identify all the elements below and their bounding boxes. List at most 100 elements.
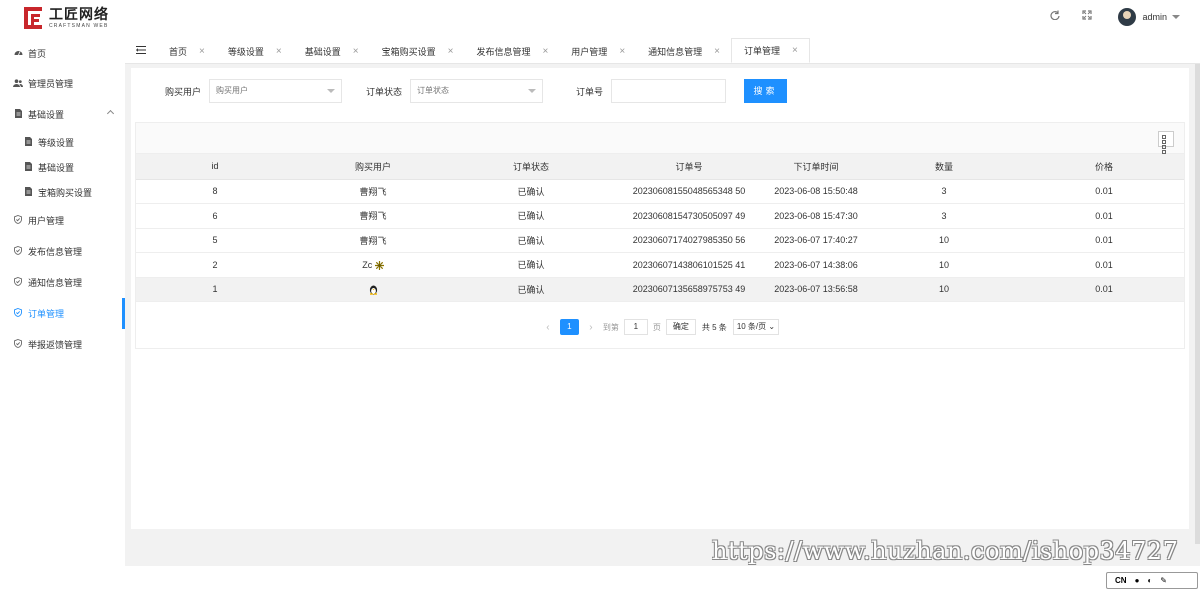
ime-settings-icon[interactable]: ✎ (1160, 576, 1167, 585)
prev-page-icon[interactable]: ‹ (541, 322, 555, 333)
cell-id: 2 (136, 252, 294, 278)
close-icon[interactable]: × (276, 46, 282, 57)
table-row[interactable]: 1 已确认 20230607135658975753 49 2023-06-07… (136, 277, 1184, 302)
ime-toolbar[interactable]: CN ● ◐ ✎ (1106, 572, 1198, 589)
scrollbar-thumb[interactable] (1195, 64, 1200, 544)
order-no-input[interactable] (611, 79, 726, 103)
cell-status: 已确认 (452, 228, 610, 253)
sidebar-item-notices[interactable]: 通知信息管理 (0, 267, 125, 298)
cell-time: 2023-06-08 15:50:48 (768, 179, 864, 204)
cell-id: 6 (136, 203, 294, 229)
brand-logo[interactable]: 工匠网络 CRAFTSMAN WEB (22, 5, 109, 31)
cell-quantity: 3 (864, 203, 1024, 229)
sidebar-item-posts[interactable]: 发布信息管理 (0, 236, 125, 267)
table-header-row: id 购买用户 订单状态 订单号 下订单时间 数量 价格 (136, 154, 1184, 180)
col-header-order-time[interactable]: 下订单时间 (768, 154, 864, 180)
sidebar-item-home[interactable]: 首页 (0, 38, 125, 68)
tab-label: 发布信息管理 (476, 46, 531, 57)
col-header-order-no[interactable]: 订单号 (610, 154, 768, 180)
chevron-up-icon (106, 109, 115, 118)
tab-label: 用户管理 (571, 46, 608, 57)
goto-confirm-button[interactable]: 确定 (665, 319, 696, 335)
brand-subtitle: CRAFTSMAN WEB (49, 22, 109, 29)
table-row[interactable]: 5 曹翔飞 已确认 20230607174027985350 56 2023-0… (136, 228, 1184, 253)
tab-basic-settings[interactable]: 基础设置 × (293, 39, 370, 63)
cell-time: 2023-06-07 17:40:27 (768, 228, 864, 253)
buyer-select[interactable]: 购买用户 (209, 79, 342, 103)
col-header-price[interactable]: 价格 (1024, 154, 1184, 180)
chevron-down-icon[interactable] (1172, 15, 1180, 19)
user-avatar[interactable] (1118, 8, 1137, 26)
sidebar-item-label: 举报返馈管理 (28, 340, 83, 350)
watermark-text: https://www.huzhan.com/ishop34727 (712, 537, 1179, 565)
sidebar: 首页 管理员管理 基础设置 等级设置 基础设置 宝箱购买设置 用户管理 发布信息… (0, 38, 125, 591)
sidebar-item-label: 等级设置 (38, 138, 75, 148)
cell-quantity: 10 (864, 277, 1024, 302)
sidebar-item-chest-settings[interactable]: 宝箱购买设置 (0, 180, 125, 205)
sidebar-item-basic-settings[interactable]: 基础设置 (0, 99, 125, 130)
table-row[interactable]: 6 曹翔飞 已确认 20230608154730505097 49 2023-0… (136, 203, 1184, 229)
close-icon[interactable]: × (448, 46, 454, 57)
tab-posts[interactable]: 发布信息管理 × (464, 39, 559, 63)
page-number-current[interactable]: 1 (559, 319, 579, 335)
shield-icon (12, 339, 24, 350)
tab-label: 基础设置 (304, 46, 341, 57)
tab-label: 通知信息管理 (648, 46, 703, 57)
tab-orders[interactable]: 订单管理 × (731, 38, 810, 63)
col-header-quantity[interactable]: 数量 (864, 154, 1024, 180)
columns-grid-icon[interactable] (1158, 131, 1174, 154)
sidebar-item-base-settings[interactable]: 基础设置 (0, 155, 125, 180)
sidebar-item-level-settings[interactable]: 等级设置 (0, 130, 125, 155)
close-icon[interactable]: × (199, 46, 205, 57)
file-icon (12, 109, 24, 120)
col-header-status[interactable]: 订单状态 (452, 154, 610, 180)
cell-time: 2023-06-08 15:47:30 (768, 203, 864, 229)
tab-label: 订单管理 (744, 46, 781, 56)
col-header-id[interactable]: id (136, 154, 294, 180)
close-icon[interactable]: × (542, 46, 548, 57)
tab-users[interactable]: 用户管理 × (559, 39, 636, 63)
content-scrollbar[interactable] (1195, 64, 1200, 566)
next-page-icon[interactable]: › (584, 322, 598, 333)
page-size-select[interactable]: 10 条/页 ⌄ (732, 319, 780, 335)
sidebar-item-users[interactable]: 用户管理 (0, 205, 125, 236)
goto-page-input[interactable]: 1 (623, 319, 648, 335)
cell-price: 0.01 (1024, 277, 1184, 302)
shield-icon (12, 246, 24, 257)
tab-chest-settings[interactable]: 宝箱购买设置 × (370, 39, 465, 63)
file-icon (22, 187, 34, 198)
order-panel: 购买用户 购买用户 订单状态 订单状态 订单号 搜索 id 购买用户 订单状态 … (131, 68, 1189, 529)
close-icon[interactable]: × (619, 46, 625, 57)
close-icon[interactable]: × (792, 45, 798, 56)
shield-icon (12, 215, 24, 226)
fullscreen-icon[interactable] (1080, 10, 1094, 24)
close-icon[interactable]: × (714, 46, 720, 57)
tab-notices[interactable]: 通知信息管理 × (636, 39, 731, 63)
cell-status: 已确认 (452, 277, 610, 302)
table-row[interactable]: 8 曹翔飞 已确认 20230608155048565348 50 2023-0… (136, 179, 1184, 204)
brand-title: 工匠网络 (49, 5, 109, 22)
search-button[interactable]: 搜索 (744, 79, 787, 103)
goto-label: 到第 (602, 322, 619, 332)
status-select[interactable]: 订单状态 (410, 79, 543, 103)
col-header-buyer[interactable]: 购买用户 (294, 154, 452, 180)
tab-home[interactable]: 首页 × (157, 39, 216, 63)
sidebar-item-label: 首页 (28, 48, 47, 59)
ime-voice-icon[interactable]: ● (1135, 576, 1140, 585)
sidebar-item-label: 管理员管理 (28, 79, 74, 89)
sidebar-item-admins[interactable]: 管理员管理 (0, 68, 125, 99)
username-label[interactable]: admin (1142, 12, 1167, 22)
refresh-icon[interactable] (1048, 10, 1062, 24)
table-row[interactable]: 2 Zc 已确认 20230607143806101525 41 2023-06… (136, 252, 1184, 278)
sidebar-item-orders[interactable]: 订单管理 (0, 298, 125, 329)
page-size-value: 10 条/页 (736, 322, 767, 331)
file-icon (22, 137, 34, 148)
close-icon[interactable]: × (353, 46, 359, 57)
sidebar-item-label: 宝箱购买设置 (38, 188, 93, 198)
cell-order-no: 20230607174027985350 56 (610, 228, 768, 253)
sidebar-item-reports[interactable]: 举报返馈管理 (0, 329, 125, 360)
tab-level-settings[interactable]: 等级设置 × (216, 39, 293, 63)
menu-toggle-icon[interactable] (125, 37, 157, 63)
sidebar-item-label: 基础设置 (28, 110, 65, 120)
ime-moon-icon[interactable]: ◐ (1147, 576, 1152, 585)
